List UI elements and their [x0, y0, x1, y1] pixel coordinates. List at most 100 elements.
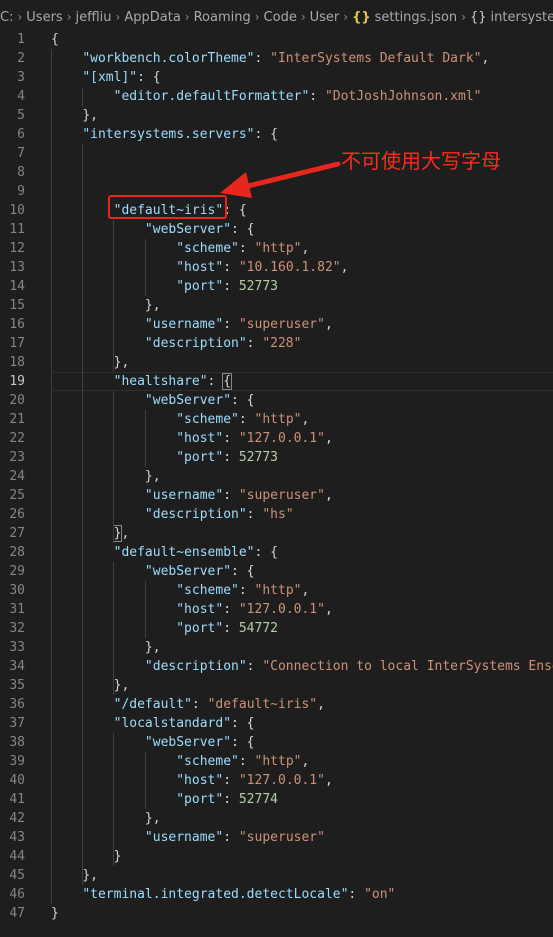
json-key: "webServer": [144, 564, 232, 579]
json-punct: },: [113, 678, 130, 693]
line-number: 32: [9, 621, 25, 636]
code-text: "description": "hs": [51, 505, 294, 524]
line-number: 25: [9, 488, 25, 503]
json-punct: [51, 317, 145, 332]
json-key: "host": [176, 602, 224, 617]
indent-guide: [144, 410, 146, 467]
line-number: 16: [9, 317, 25, 332]
json-string: "hs": [262, 507, 294, 522]
json-string: "on": [364, 887, 396, 902]
json-punct: ,: [324, 773, 333, 788]
json-punct: [51, 735, 145, 750]
json-key: "terminal.integrated.detectLocale": [82, 887, 349, 902]
json-key: "healtshare": [113, 374, 208, 389]
json-punct: [51, 488, 145, 503]
json-key: "host": [176, 773, 224, 788]
json-key: "description": [144, 507, 247, 522]
json-punct: [51, 507, 145, 522]
line-number: 40: [9, 773, 25, 788]
json-punct: :: [246, 507, 263, 522]
line-number: 41: [9, 792, 25, 807]
indent-guide: [113, 562, 115, 695]
json-string: "Connection to local InterSystems Ensemb: [262, 659, 553, 674]
indent-guide: [113, 733, 115, 866]
json-punct: :: [223, 488, 239, 503]
line-number: 44: [9, 849, 25, 864]
code-text: "port": 54772: [51, 619, 278, 638]
json-punct: :: [246, 659, 263, 674]
json-punct: :: [223, 431, 239, 446]
code-text: }: [51, 847, 122, 866]
indent-guide: [144, 752, 146, 809]
json-key: "host": [176, 431, 224, 446]
line-number: 20: [9, 393, 25, 408]
json-punct: :: [223, 317, 239, 332]
json-punct: },: [144, 811, 161, 826]
json-punct: ,: [301, 583, 310, 598]
line-number: 27: [9, 526, 25, 541]
json-punct: [51, 298, 145, 313]
json-punct: :: [348, 887, 365, 902]
json-punct: },: [144, 469, 161, 484]
json-string: "superuser": [238, 830, 325, 845]
code-line[interactable]: 47}: [0, 904, 553, 923]
json-key: "port": [176, 450, 224, 465]
json-string: "127.0.0.1": [238, 602, 325, 617]
code-text: },: [51, 676, 130, 695]
json-punct: [51, 659, 145, 674]
code-text: "port": 52773: [51, 448, 278, 467]
json-string: "228": [262, 336, 302, 351]
json-punct: }: [113, 849, 122, 864]
code-text: "host": "127.0.0.1",: [51, 771, 333, 790]
json-key: "port": [176, 621, 224, 636]
json-punct: ,: [121, 526, 130, 541]
json-key: "default~ensemble": [113, 545, 255, 560]
json-punct: [51, 830, 145, 845]
code-text: "scheme": "http",: [51, 581, 309, 600]
json-punct: :: [223, 792, 239, 807]
json-punct: ,: [301, 412, 310, 427]
json-key: "webServer": [144, 393, 232, 408]
json-punct: }: [51, 906, 59, 921]
json-punct: :: [223, 773, 239, 788]
json-punct: :: [207, 374, 224, 389]
line-number: 30: [9, 583, 25, 598]
json-number: 54772: [238, 621, 278, 636]
json-key: "description": [144, 659, 247, 674]
json-punct: ,: [324, 431, 333, 446]
code-text: },: [51, 353, 130, 372]
json-string: "http": [254, 583, 302, 598]
json-key: "scheme": [176, 754, 239, 769]
code-line[interactable]: 46 "terminal.integrated.detectLocale": "…: [0, 885, 553, 904]
json-punct: : {: [231, 716, 255, 731]
code-text: "host": "127.0.0.1",: [51, 600, 333, 619]
json-punct: :: [223, 450, 239, 465]
code-text: },: [51, 524, 129, 543]
code-text: },: [51, 866, 98, 885]
code-text: "default~ensemble": {: [51, 543, 278, 562]
code-text: "terminal.integrated.detectLocale": "on": [51, 885, 395, 904]
line-number: 36: [9, 697, 25, 712]
line-number: 47: [9, 906, 25, 921]
code-text: "username": "superuser",: [51, 315, 333, 334]
json-punct: {: [222, 373, 233, 390]
json-punct: [51, 564, 145, 579]
code-text: "description": "228": [51, 334, 302, 353]
annotation-text: 不可使用大写字母: [341, 149, 501, 173]
json-string: "127.0.0.1": [238, 773, 325, 788]
json-punct: ,: [324, 317, 333, 332]
code-text: }: [51, 904, 59, 923]
line-number: 37: [9, 716, 25, 731]
json-punct: :: [223, 621, 239, 636]
code-text: "healtshare": {: [51, 372, 233, 391]
line-number: 19: [9, 374, 25, 389]
json-punct: },: [113, 355, 130, 370]
json-number: 52773: [238, 450, 278, 465]
line-number: 22: [9, 431, 25, 446]
json-key: "description": [144, 336, 247, 351]
json-punct: ,: [324, 602, 333, 617]
json-key: "webServer": [144, 735, 232, 750]
line-number: 29: [9, 564, 25, 579]
json-punct: : {: [231, 564, 255, 579]
line-number: 24: [9, 469, 25, 484]
